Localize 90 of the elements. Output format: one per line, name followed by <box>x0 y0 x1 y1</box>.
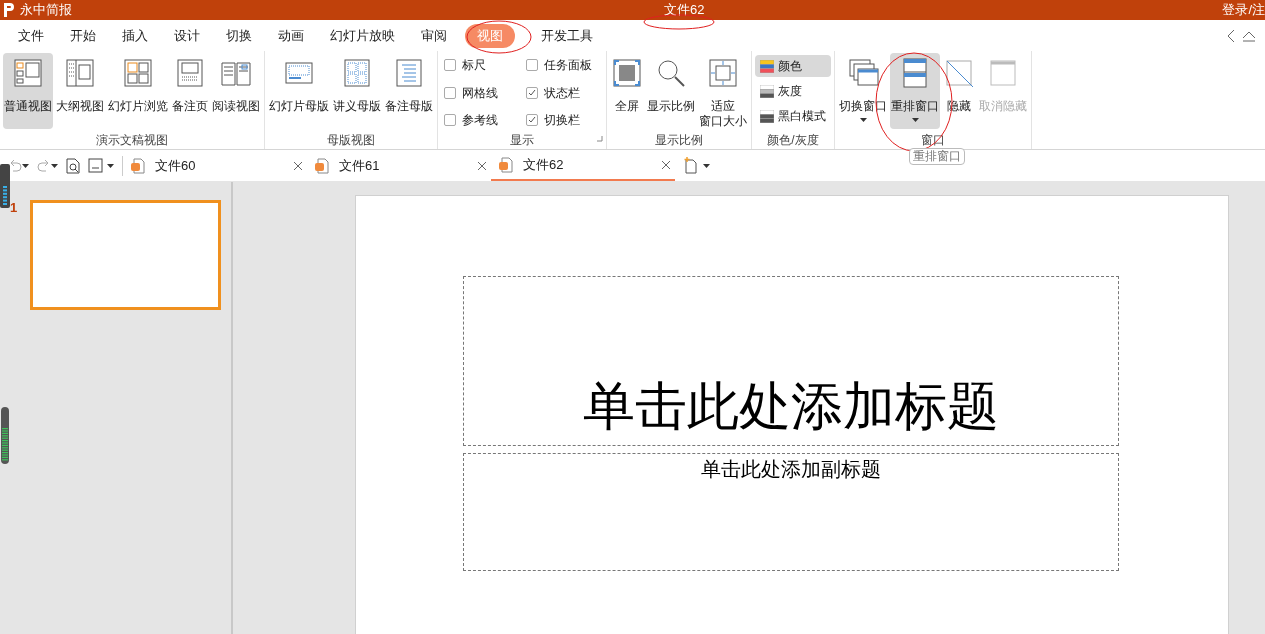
subtitle-placeholder[interactable]: 单击此处添加副标题 <box>463 453 1119 571</box>
handout-master-icon <box>341 57 373 89</box>
checkbox-option[interactable]: 标尺 <box>444 56 518 74</box>
ribbon-button[interactable]: 普通视图 <box>3 53 53 129</box>
document-tab[interactable]: 文件61 <box>307 150 491 181</box>
menu-tab[interactable]: 动画 <box>278 23 304 48</box>
checkbox-option[interactable]: 状态栏 <box>526 83 600 102</box>
color-mode-button[interactable]: 颜色 <box>755 55 831 77</box>
outline-icon <box>64 57 96 89</box>
meter-widget-icon <box>0 407 10 464</box>
save-icon[interactable] <box>88 158 103 173</box>
slide-thumbnail[interactable] <box>30 200 221 310</box>
menu-tab[interactable]: 开发工具 <box>541 23 593 48</box>
check-icon <box>528 88 536 97</box>
chevron-left-icon[interactable] <box>1225 28 1237 43</box>
checkbox-option[interactable]: 参考线 <box>444 111 518 130</box>
group-label: 显示 <box>441 132 603 148</box>
menu-tab[interactable]: 设计 <box>174 23 200 48</box>
ribbon-button[interactable]: 幻灯片母版 <box>268 53 330 129</box>
app-name: 永中简报 <box>20 1 72 20</box>
color-mode-button[interactable]: 黑白模式 <box>755 105 831 127</box>
annotation-ellipse <box>466 20 532 54</box>
ribbon-button[interactable]: 备注母版 <box>384 53 434 129</box>
window-icon <box>987 57 1019 89</box>
checkbox-option[interactable]: 切换栏 <box>526 111 600 130</box>
checkbox[interactable] <box>444 114 456 127</box>
grid-icon <box>122 57 154 89</box>
presentation-file-icon <box>499 156 513 173</box>
caret-icon <box>51 163 58 168</box>
menu-tab[interactable]: 插入 <box>122 23 148 48</box>
title-placeholder[interactable]: 单击此处添加标题 <box>463 276 1119 446</box>
checkbox-option[interactable]: 任务面板 <box>526 56 600 74</box>
presentation-file-icon <box>131 157 145 174</box>
swatch-icon <box>760 84 774 98</box>
group-label: 显示比例 <box>654 132 704 148</box>
caret-icon <box>22 163 29 168</box>
close-icon[interactable] <box>293 160 303 171</box>
ribbon-button[interactable]: 大纲视图 <box>55 53 105 129</box>
ribbon-button[interactable]: 讲义母版 <box>332 53 382 129</box>
annotation-ellipse <box>643 14 715 30</box>
checkbox[interactable] <box>444 86 456 99</box>
notes-master-icon <box>393 57 425 89</box>
print-preview-icon[interactable] <box>66 157 80 174</box>
ribbon-button[interactable]: 全屏 <box>610 53 644 129</box>
ribbon-button[interactable]: 显示比例 <box>646 53 696 129</box>
menu-tab[interactable]: 幻灯片放映 <box>330 23 395 48</box>
fullscreen-icon <box>611 57 643 89</box>
slide-number: 1 <box>9 200 19 216</box>
checkbox-option[interactable]: 网格线 <box>444 83 518 102</box>
presentation-file-icon <box>315 157 329 174</box>
group-label: 演示文稿视图 <box>95 132 169 148</box>
swatch-icon <box>760 109 774 123</box>
menu-tab[interactable]: 切换 <box>226 23 252 48</box>
tooltip: 重排窗口 <box>909 148 965 165</box>
caret-icon <box>859 118 867 122</box>
caret-icon <box>107 163 114 168</box>
document-tab[interactable]: 文件62 <box>491 150 675 181</box>
hidden-window-icon <box>943 57 975 89</box>
close-icon[interactable] <box>661 159 671 170</box>
swatch-icon <box>760 59 774 73</box>
login-link[interactable]: 登录/注 <box>1222 0 1265 20</box>
fit-window-icon <box>707 57 739 89</box>
checkbox[interactable] <box>526 86 538 99</box>
checkbox[interactable] <box>526 59 538 71</box>
caret-icon <box>911 118 919 122</box>
document-tab[interactable]: 文件60 <box>123 150 307 181</box>
ribbon-button[interactable]: 重排窗口 <box>890 53 940 129</box>
undo-icon[interactable] <box>8 158 22 173</box>
check-icon <box>528 116 536 125</box>
group-label: 母版视图 <box>326 132 376 148</box>
ribbon-button[interactable]: 适应 窗口大小 <box>698 53 748 129</box>
menu-tab[interactable]: 开始 <box>70 23 96 48</box>
checkbox[interactable] <box>526 114 538 127</box>
close-icon[interactable] <box>477 160 487 171</box>
window-title: 文件62 <box>664 1 705 20</box>
ribbon-button[interactable]: 备注页 <box>171 53 209 129</box>
app-logo-icon <box>2 2 16 18</box>
group-label: 颜色/灰度 <box>766 132 820 148</box>
ribbon-button[interactable]: 阅读视图 <box>211 53 261 129</box>
meter-widget-icon <box>0 164 10 208</box>
caret-icon <box>703 163 710 168</box>
ribbon-button[interactable]: 幻灯片浏览 <box>107 53 169 129</box>
color-mode-button[interactable]: 灰度 <box>755 80 831 102</box>
menu-tab[interactable]: 文件 <box>18 23 44 48</box>
windows-icon <box>847 57 879 89</box>
notes-page-icon <box>174 57 206 89</box>
magnifier-icon <box>655 57 687 89</box>
menu-tab[interactable]: 审阅 <box>421 23 447 48</box>
checkbox[interactable] <box>444 59 456 71</box>
layout-icon <box>12 57 44 89</box>
